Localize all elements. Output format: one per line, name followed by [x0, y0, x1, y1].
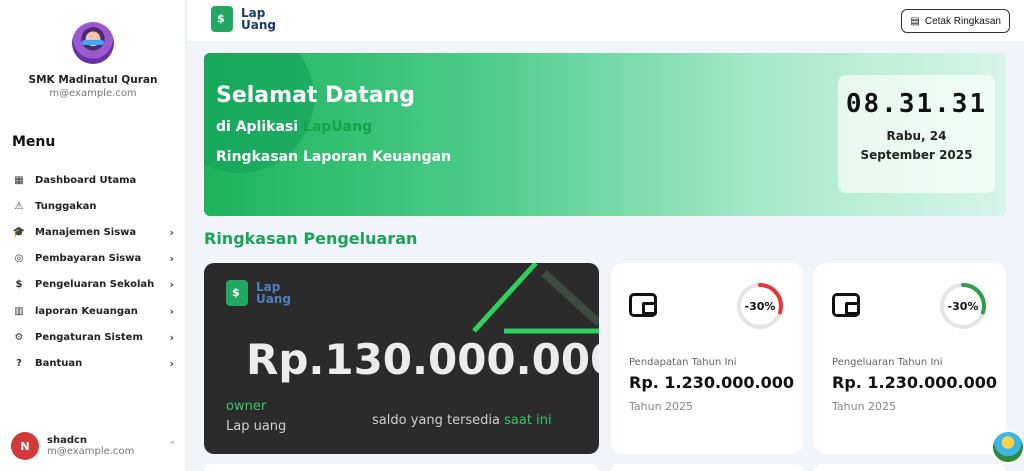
- sidebar-item-dashboard-utama[interactable]: ▦ Dashboard Utama: [0, 167, 186, 193]
- income-card: -30% Pendapatan Tahun Ini Rp. 1.230.000.…: [611, 263, 803, 454]
- sidebar-item-manajemen-siswa[interactable]: 🎓 Manajemen Siswa ›: [0, 219, 186, 245]
- chevron-right-icon: ›: [169, 278, 174, 292]
- saldo-highlight: saat ini: [504, 413, 552, 428]
- income-percent: -30%: [744, 299, 776, 313]
- print-summary-button[interactable]: ▤ Cetak Ringkasan: [901, 9, 1010, 33]
- balance-amount: Rp.130.000.000: [246, 335, 599, 384]
- welcome-banner: Selamat Datang di Aplikasi LapUang Ringk…: [204, 53, 1006, 216]
- gear-icon: ⚙: [14, 331, 24, 343]
- chevron-up-icon: ⌃: [168, 441, 176, 451]
- sidebar-item-label: Dashboard Utama: [35, 174, 137, 186]
- sidebar-item-label: Pengeluaran Sekolah: [35, 279, 155, 291]
- welcome-subtitle: di Aplikasi LapUang: [216, 119, 372, 135]
- bar-chart-icon: ▥: [14, 305, 24, 317]
- warning-icon: ⚠: [14, 200, 24, 212]
- chevron-right-icon: ›: [169, 304, 174, 318]
- wallet-icon: [629, 293, 657, 317]
- next-card-edge: [814, 464, 1006, 471]
- dollar-circle-icon: $: [15, 279, 23, 291]
- sidebar-item-pengeluaran-sekolah[interactable]: $ Pengeluaran Sekolah ›: [0, 272, 186, 298]
- welcome-description: Ringkasan Laporan Keuangan: [216, 149, 452, 165]
- clock-card: 08.31.31 Rabu, 24 September 2025: [838, 75, 995, 193]
- school-avatar: [72, 22, 114, 64]
- sidebar: SMK Madinatul Quran m@example.com Menu ▦…: [0, 0, 186, 471]
- card-logo-line2: Uang: [256, 292, 291, 306]
- print-summary-label: Cetak Ringkasan: [924, 15, 1001, 27]
- floating-assistant-button[interactable]: [991, 430, 1024, 464]
- topbar: Lap Uang ▤ Cetak Ringkasan: [187, 0, 1024, 42]
- chevron-right-icon: ›: [169, 330, 174, 344]
- profile: SMK Madinatul Quran m@example.com: [0, 22, 186, 99]
- sidebar-item-tunggakan[interactable]: ⚠ Tunggakan: [0, 193, 186, 219]
- income-label: Pendapatan Tahun Ini: [629, 357, 737, 368]
- balance-card: Lap Uang Rp.130.000.000 owner Lap uang s…: [204, 263, 599, 454]
- expense-percent: -30%: [947, 299, 979, 313]
- card-logo: Lap Uang: [226, 280, 291, 306]
- welcome-title: Selamat Datang: [216, 83, 415, 108]
- section-title: Ringkasan Pengeluaran: [204, 229, 418, 248]
- sidebar-item-label: laporan Keuangan: [35, 305, 138, 317]
- grid-icon: ▦: [14, 174, 24, 186]
- brand-name: LapUang: [302, 119, 373, 135]
- subtitle-prefix: di Aplikasi: [216, 119, 303, 135]
- chevron-right-icon: ›: [169, 225, 174, 239]
- date-line-2: September 2025: [860, 148, 973, 162]
- date-line-1: Rabu, 24: [886, 129, 947, 143]
- money-doc-icon: [226, 280, 248, 306]
- user-name: shadcn: [47, 435, 88, 446]
- expense-label: Pengeluaran Tahun Ini: [832, 357, 943, 368]
- sidebar-item-pembayaran-siswa[interactable]: ◎ Pembayaran Siswa ›: [0, 246, 186, 272]
- next-card-edge: [611, 464, 803, 471]
- app-logo[interactable]: Lap Uang: [211, 6, 276, 32]
- sidebar-item-label: Pengaturan Sistem: [35, 331, 143, 343]
- expense-year: Tahun 2025: [832, 400, 897, 413]
- saldo-prefix: saldo yang tersedia: [372, 413, 505, 428]
- logo-text-line2: Uang: [241, 18, 276, 32]
- wallet-icon: [832, 293, 860, 317]
- sidebar-item-label: Bantuan: [35, 357, 83, 369]
- chevron-right-icon: ›: [169, 252, 174, 266]
- profile-email: m@example.com: [49, 88, 137, 99]
- saldo-caption: saldo yang tersedia saat ini: [372, 413, 552, 428]
- expense-card: -30% Pengeluaran Tahun Ini Rp. 1.230.000…: [814, 263, 1006, 454]
- user-email: m@example.com: [47, 446, 135, 457]
- sidebar-item-laporan-keuangan[interactable]: ▥ laporan Keuangan ›: [0, 298, 186, 324]
- income-value: Rp. 1.230.000.000: [629, 373, 794, 392]
- owner-name: Lap uang: [226, 419, 287, 434]
- sidebar-item-label: Manajemen Siswa: [35, 226, 137, 238]
- sidebar-item-label: Tunggakan: [35, 200, 97, 212]
- graduation-cap-icon: 🎓: [12, 226, 26, 238]
- expense-value: Rp. 1.230.000.000: [832, 373, 997, 392]
- chevron-right-icon: ›: [169, 356, 174, 370]
- money-doc-icon: [211, 6, 233, 32]
- user-account[interactable]: N shadcn m@example.com ⌃: [11, 432, 176, 460]
- sidebar-item-label: Pembayaran Siswa: [35, 253, 142, 265]
- sidebar-menu: ▦ Dashboard Utama ⚠ Tunggakan 🎓 Manajemen Sis…: [0, 167, 186, 377]
- school-name: SMK Madinatul Quran: [28, 74, 158, 86]
- help-circle-icon: ?: [16, 357, 22, 369]
- digital-clock: 08.31.31: [845, 89, 988, 119]
- sidebar-item-bantuan[interactable]: ? Bantuan ›: [0, 350, 186, 376]
- sidebar-item-pengaturan-sistem[interactable]: ⚙ Pengaturan Sistem ›: [0, 324, 186, 350]
- menu-title: Menu: [12, 134, 56, 150]
- income-year: Tahun 2025: [629, 400, 694, 413]
- owner-role: owner: [226, 399, 267, 414]
- next-card-edge: [204, 464, 599, 471]
- coins-icon: ◎: [14, 253, 24, 265]
- book-icon: ▤: [910, 15, 920, 27]
- user-avatar: N: [11, 432, 39, 460]
